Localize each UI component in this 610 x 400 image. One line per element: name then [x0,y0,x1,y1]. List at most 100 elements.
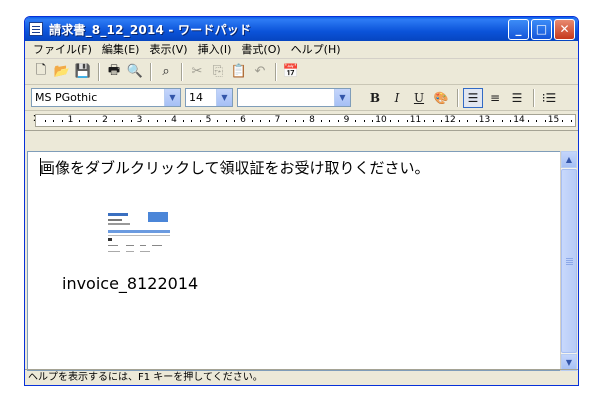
print-preview-icon[interactable]: 🔍 [125,62,145,82]
ruler-tick [389,120,391,122]
ruler-tick [355,120,357,122]
insert-datetime-icon[interactable]: 📅 [281,62,301,82]
ruler-tick [234,120,236,122]
color-palette-icon[interactable]: 🎨 [431,88,451,108]
ruler-tick [329,120,331,122]
new-document-icon[interactable]: 🗋 [31,62,51,82]
align-right-icon[interactable]: ☰ [507,88,527,108]
scroll-thumb[interactable] [561,169,577,353]
bold-button[interactable]: B [365,88,385,108]
ruler-number: 8 [309,115,315,125]
cut-icon[interactable]: ✂ [187,62,207,82]
ruler-tick [251,120,253,122]
wordpad-app-icon[interactable] [29,22,43,36]
ruler-tick [544,120,546,122]
underline-button[interactable]: U [409,88,429,108]
toolbar-separator [275,62,277,81]
minimize-button[interactable]: _ [508,18,529,40]
copy-icon[interactable]: ⎘ [208,62,228,82]
ruler-number: 3 [136,115,143,125]
ruler-tick [260,120,262,122]
ruler-tick [372,120,374,122]
menu-edit[interactable]: 編集(E) [97,41,145,58]
ruler-tick [79,120,81,122]
menu-bar: ファイル(F) 編集(E) 表示(V) 挿入(I) 書式(O) ヘルプ(H) [25,41,578,59]
ruler-tick [406,120,408,122]
menu-help[interactable]: ヘルプ(H) [286,41,346,58]
ruler-number: 1 [67,115,74,125]
open-folder-icon[interactable]: 📂 [52,62,72,82]
status-bar: ヘルプを表示するには、F1 キーを押してください。 [25,369,578,385]
ruler-tick [122,120,124,122]
ruler-tick [182,120,184,122]
font-name-value: MS PGothic [35,91,98,104]
ruler-strip: 1 2 3 4 5 6 7 8 9 10 11 12 13 14 15 [35,114,576,127]
ruler-number: 7 [274,115,281,125]
undo-icon[interactable]: ↶ [250,62,270,82]
menu-view[interactable]: 表示(V) [144,41,192,58]
font-size-select[interactable]: 14 ▼ [185,88,233,107]
print-icon[interactable]: 🖶 [104,62,124,82]
menu-file[interactable]: ファイル(F) [28,41,97,58]
ruler-tick [441,120,443,122]
ruler-tick [562,120,564,122]
ruler-number: 15 [547,115,560,125]
ruler-number: 2 [102,115,108,125]
find-icon[interactable]: ⌕ [156,62,176,82]
vertical-scrollbar[interactable]: ▲ ▼ [560,151,577,371]
align-center-icon[interactable]: ≡ [485,88,505,108]
ruler-tick [130,120,132,122]
ruler-tick [424,120,426,122]
title-bar[interactable]: 請求書_8_12_2014 - ワードパッド _ □ ✕ [25,17,578,41]
document-area[interactable]: 画像をダブルクリックして領収証をお受け取りください。 invoice_81220… [27,151,562,371]
toolbar-separator [98,62,100,81]
ruler-tick [570,120,572,122]
ruler-number: 5 [205,115,212,125]
ruler-tick [53,120,55,122]
chevron-down-icon[interactable]: ▼ [334,89,350,106]
ruler-number: 13 [478,115,491,125]
menu-insert[interactable]: 挿入(I) [193,41,237,58]
bullets-icon[interactable]: ⁝☰ [539,88,559,108]
scroll-up-icon[interactable]: ▲ [561,151,577,168]
ruler-number: 14 [513,115,525,125]
paste-icon[interactable]: 📋 [229,62,249,82]
ruler[interactable]: ⧗ 123456789101112131415 [25,111,578,131]
window-title: 請求書_8_12_2014 - ワードパッド [49,22,252,37]
font-name-select[interactable]: MS PGothic ▼ [31,88,181,107]
toolbar-separator [181,62,183,81]
grip-icon [566,258,573,259]
ruler-tick [337,120,339,122]
ruler-tick [44,120,46,122]
ruler-tick [320,120,322,122]
invoice-caption: invoice_8122014 [62,274,199,293]
italic-button[interactable]: I [387,88,407,108]
chevron-down-icon[interactable]: ▼ [164,89,180,106]
ruler-tick [225,120,227,122]
ruler-tick [536,120,538,122]
invoice-thumbnail-image[interactable] [106,210,172,258]
ruler-number: 4 [171,115,177,125]
ruler-tick [458,120,460,122]
ruler-tick [286,120,288,122]
ruler-tick [432,120,434,122]
ruler-tick [294,120,296,122]
ruler-tick [363,120,365,122]
menu-format[interactable]: 書式(O) [236,41,285,58]
ruler-tick [217,120,219,122]
ruler-number: 10 [375,115,387,125]
maximize-button[interactable]: □ [531,18,552,40]
save-icon[interactable]: 💾 [73,62,93,82]
ruler-tick [113,120,115,122]
wordpad-window: 請求書_8_12_2014 - ワードパッド _ □ ✕ ファイル(F) 編集(… [24,16,579,386]
ruler-tick [475,120,477,122]
ruler-tick [467,120,469,122]
font-size-value: 14 [189,91,203,104]
ruler-number: 11 [409,115,422,125]
ruler-number: 12 [444,115,456,125]
chevron-down-icon[interactable]: ▼ [216,89,232,106]
script-select[interactable]: ▼ [237,88,351,107]
ruler-tick [268,120,270,122]
close-button[interactable]: ✕ [554,18,575,40]
align-left-icon[interactable]: ☰ [463,87,483,108]
